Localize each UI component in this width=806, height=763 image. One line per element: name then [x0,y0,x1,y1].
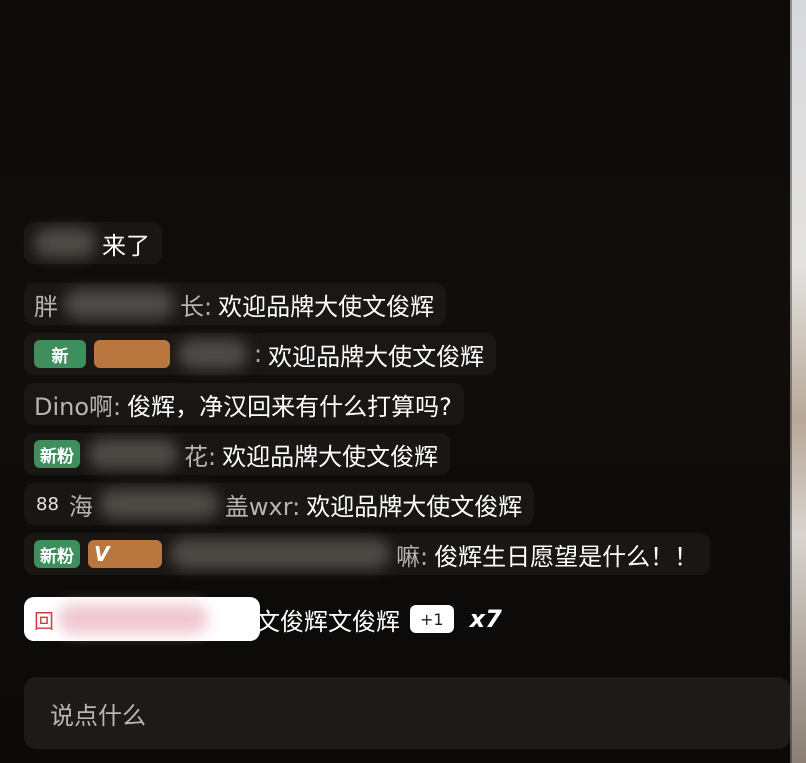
level-badge: 88 [36,493,59,515]
fan-badge: 新 [34,340,86,368]
username-tail: : [254,340,263,368]
username: Dino啊: [34,392,122,421]
combo-count: x7 [469,605,502,633]
chat-message: 88 海 盖wxr: 欢迎品牌大使文俊辉 [24,483,535,525]
vip-badge: V [88,540,162,568]
blurred-username [58,604,208,634]
blurred-username [34,228,96,258]
live-video-edge [790,0,806,763]
blurred-username [64,289,174,319]
message-text: 俊辉，净汉回来有什么打算吗? [127,392,452,421]
username-visible: 胖 [34,292,58,321]
highlight-message: 文俊辉文俊辉 +1 x7 [250,598,514,640]
message-text: 欢迎品牌大使文俊辉 [306,492,523,521]
chat-message: 新粉 花: 欢迎品牌大使文俊辉 [24,433,451,475]
plus-one-button[interactable]: +1 [410,605,454,633]
message-text: 欢迎品牌大使文俊辉 [268,342,485,371]
username-tail: 嘛: [396,542,429,571]
message-text: 俊辉生日愿望是什么！！ [434,542,699,571]
highlight-message-card: 回 [24,597,260,641]
vip-mark: V [94,542,110,566]
live-room-overlay: 来了 胖 长: 欢迎品牌大使文俊辉 新 : 欢迎品牌大使文俊辉 Dino啊: 俊… [0,0,806,763]
message-text: 欢迎品牌大使文俊辉 [218,292,435,321]
gift-icon: 回 [34,608,54,633]
chat-message: 胖 长: 欢迎品牌大使文俊辉 [24,283,447,325]
fan-badge: 新粉 [34,540,80,568]
join-suffix: 来了 [102,231,150,260]
username-tail: 盖wxr: [224,492,301,521]
message-text: 文俊辉文俊辉 [256,607,400,636]
chat-message: 新粉 V 嘛: 俊辉生日愿望是什么！！ [24,533,711,575]
message-text: 欢迎品牌大使文俊辉 [222,442,439,471]
chat-message: Dino啊: 俊辉，净汉回来有什么打算吗? [24,383,464,425]
chat-input[interactable]: 说点什么 [24,677,790,749]
blurred-username [98,489,219,519]
username-tail: 花: [184,442,217,471]
username-tail: 长: [180,292,213,321]
join-notice: 来了 [24,222,162,264]
blurred-username [88,439,178,469]
username-head: 海 [68,492,93,521]
blurred-username [170,539,390,569]
chat-input-placeholder: 说点什么 [50,701,146,730]
chat-message: 新 : 欢迎品牌大使文俊辉 [24,333,497,375]
fan-badge: 新粉 [34,440,80,468]
blurred-username [178,339,248,369]
vip-badge [94,340,170,368]
